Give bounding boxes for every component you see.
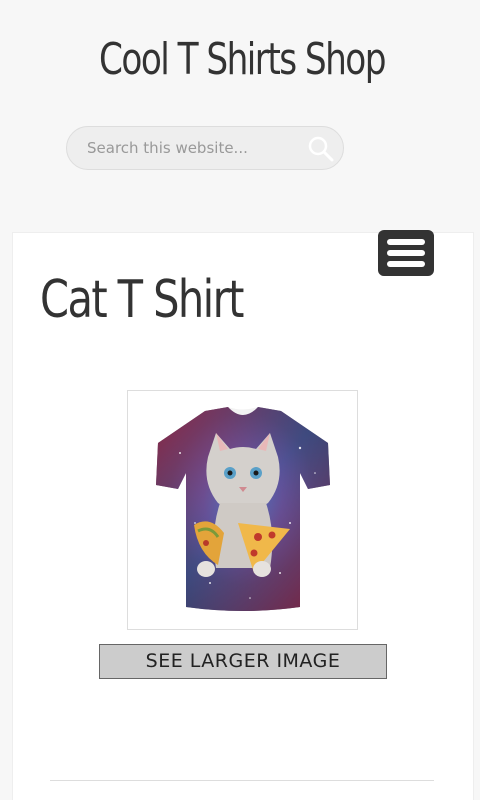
search-input[interactable]: [87, 127, 297, 169]
search-form: [66, 126, 344, 170]
divider: [50, 780, 434, 781]
page-title: Cat T Shirt: [40, 270, 244, 330]
search-icon[interactable]: [307, 135, 335, 163]
product-image-frame[interactable]: [127, 390, 358, 630]
menu-button[interactable]: [378, 230, 434, 276]
see-larger-image-button[interactable]: SEE LARGER IMAGE: [99, 644, 387, 679]
product-image[interactable]: [150, 403, 336, 615]
page: Cool T Shirts Shop Cat T Shirt: [0, 0, 480, 800]
site-title[interactable]: Cool T Shirts Shop: [53, 34, 431, 85]
